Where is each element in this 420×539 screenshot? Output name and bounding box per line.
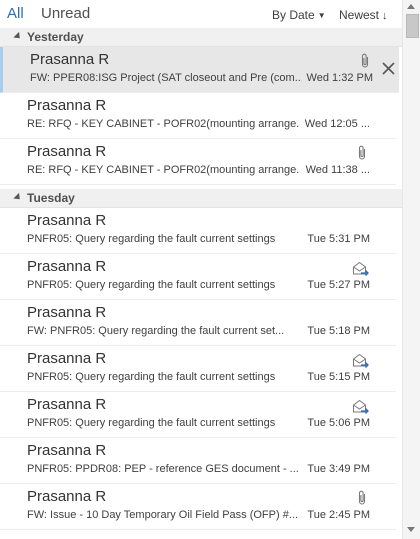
message-time: Tue 5:06 PM — [307, 417, 370, 429]
collapse-triangle-icon[interactable] — [13, 192, 23, 203]
collapse-triangle-icon[interactable] — [13, 31, 23, 42]
message-time: Tue 3:49 PM — [307, 463, 370, 475]
scroll-up-arrow-icon[interactable] — [407, 4, 415, 9]
message-subject: PNFR05: Query regarding the fault curren… — [27, 417, 276, 429]
forwarded-icon — [353, 399, 369, 414]
scroll-thumb[interactable] — [406, 14, 419, 38]
message-row[interactable]: Prasanna R FW: Issue - 10 Day Temporary … — [0, 484, 396, 530]
message-sender: Prasanna R — [27, 304, 107, 321]
message-row[interactable]: Prasanna R PNFR05: Query regarding the f… — [0, 392, 396, 438]
message-subject: PNFR05: Query regarding the fault curren… — [27, 279, 276, 291]
message-sender: Prasanna R — [27, 258, 107, 275]
message-time: Tue 5:27 PM — [307, 279, 370, 291]
filter-bar: All Unread By Date ▼ Newest ↓ — [0, 0, 402, 28]
message-subject: FW: PNFR05: Query regarding the fault cu… — [27, 325, 285, 337]
filter-unread-tab[interactable]: Unread — [41, 5, 90, 22]
group-label: Yesterday — [27, 30, 84, 44]
paperclip-icon — [361, 53, 369, 68]
message-time: Tue 5:31 PM — [307, 233, 370, 245]
message-subject: FW: Issue - 10 Day Temporary Oil Field P… — [27, 509, 298, 521]
group-header-yesterday[interactable]: Yesterday — [0, 28, 402, 47]
message-row[interactable]: Prasanna R PNFR05: Query regarding the f… — [0, 254, 396, 300]
message-subject: RE: RFQ - KEY CABINET - POFR02(mounting … — [27, 164, 299, 176]
chevron-down-icon: ▼ — [317, 11, 326, 20]
sort-order-label: Newest — [339, 8, 380, 22]
delete-close-icon[interactable] — [380, 60, 397, 77]
message-sender: Prasanna R — [27, 442, 107, 459]
message-time: Tue 2:45 PM — [307, 509, 370, 521]
message-row[interactable]: Prasanna R PNFR05: Query regarding the f… — [0, 346, 396, 392]
message-sender: Prasanna R — [30, 51, 110, 68]
forwarded-icon — [353, 353, 369, 368]
message-row[interactable]: Prasanna R PNFR05: PPDR08: PEP - referen… — [0, 438, 396, 484]
message-time: Tue 5:18 PM — [307, 325, 370, 337]
message-row[interactable]: Prasanna R FW: PPER08:ISG Project (SAT c… — [0, 47, 399, 93]
message-row[interactable]: Prasanna R PNFR05: Query regarding the f… — [0, 208, 396, 254]
message-subject: PNFR05: Query regarding the fault curren… — [27, 371, 276, 383]
message-time: Wed 11:38 ... — [305, 164, 370, 176]
sort-by-dropdown[interactable]: By Date ▼ — [272, 8, 326, 22]
message-sender: Prasanna R — [27, 212, 107, 229]
message-subject: PNFR05: PPDR08: PEP - reference GES docu… — [27, 463, 299, 475]
filter-all-tab[interactable]: All — [7, 5, 24, 22]
message-list: Yesterday Prasanna R FW: PPER08:ISG Proj… — [0, 28, 402, 539]
message-time: Tue 5:15 PM — [307, 371, 370, 383]
arrow-down-icon: ↓ — [382, 10, 388, 22]
message-sender: Prasanna R — [27, 350, 107, 367]
message-time: Wed 12:05 ... — [304, 118, 370, 130]
vertical-scrollbar[interactable] — [402, 0, 420, 539]
message-sender: Prasanna R — [27, 488, 107, 505]
message-row[interactable]: Prasanna R RE: RFQ - KEY CABINET - POFR0… — [0, 139, 396, 185]
message-row[interactable]: Prasanna R RE: RFQ - KEY CABINET - POFR0… — [0, 93, 396, 139]
sort-order-toggle[interactable]: Newest ↓ — [339, 8, 388, 22]
message-subject: PNFR05: Query regarding the fault curren… — [27, 233, 276, 245]
message-time: Wed 1:32 PM — [306, 72, 373, 84]
group-header-tuesday[interactable]: Tuesday — [0, 189, 402, 208]
message-subject: RE: RFQ - KEY CABINET - POFR02(mounting … — [27, 118, 299, 130]
message-row[interactable]: Prasanna R FW: PNFR05: Query regarding t… — [0, 300, 396, 346]
group-label: Tuesday — [27, 191, 75, 205]
message-subject: FW: PPER08:ISG Project (SAT closeout and… — [30, 72, 302, 84]
paperclip-icon — [358, 490, 366, 505]
message-sender: Prasanna R — [27, 97, 107, 114]
paperclip-icon — [358, 145, 366, 160]
message-sender: Prasanna R — [27, 396, 107, 413]
scroll-down-arrow-icon[interactable] — [407, 527, 415, 532]
sort-by-label: By Date — [272, 8, 315, 22]
forwarded-icon — [353, 261, 369, 276]
message-sender: Prasanna R — [27, 143, 107, 160]
